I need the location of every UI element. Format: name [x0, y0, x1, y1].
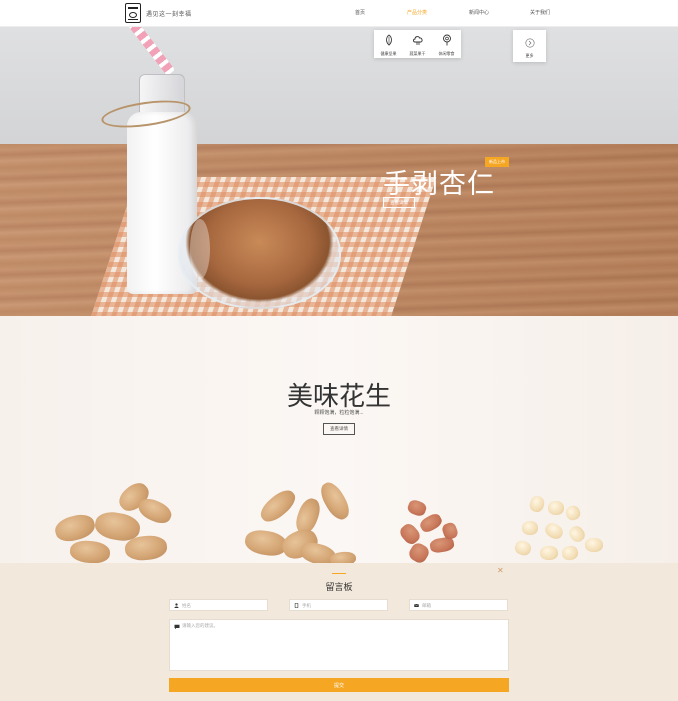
nav-home[interactable]: 首页 [355, 9, 365, 16]
peanut-section: 美味花生 颗颗饱满，粒粒饱满... 查看详情 [0, 316, 678, 569]
nav-products[interactable]: 产品分类 [407, 9, 427, 16]
hero-title: 手剥杏仁 [383, 169, 495, 200]
phone-field[interactable] [289, 599, 388, 611]
message-board-title: 留言板 [325, 582, 353, 592]
peanut-subtitle: 颗颗饱满，粒粒饱满... [314, 410, 364, 416]
arrow-circle-icon [525, 38, 534, 48]
close-icon[interactable]: ✕ [497, 566, 504, 575]
comment-icon [174, 624, 180, 630]
logo-icon[interactable] [125, 3, 141, 23]
site-slogan: 遇见这一刻幸福 [146, 12, 192, 18]
email-field[interactable] [409, 599, 508, 611]
phone-input[interactable] [302, 602, 382, 608]
hero-banner[interactable]: 手剥杏仁 新品上市 查看详情 [0, 27, 678, 316]
more-categories-button[interactable]: 更多 [513, 30, 546, 62]
user-icon [174, 602, 179, 608]
submit-button[interactable]: 提交 [169, 678, 509, 692]
header: 遇见这一刻幸福 首页 产品分类 新闻中心 关于我们 [0, 0, 678, 27]
message-board: ✕ 留言板 姓名 手机 邮箱 请输入您的建议。 提交 [0, 563, 678, 701]
name-field[interactable] [169, 599, 268, 611]
almond-bowl-image [178, 197, 341, 309]
category-label: 休闲零食 [438, 51, 455, 56]
peanut-details-button[interactable]: 查看详情 [323, 423, 355, 435]
title-accent-line [332, 573, 346, 574]
category-dried-fruit[interactable]: 蔬菜果干 [403, 30, 432, 58]
message-field[interactable] [169, 619, 509, 671]
name-input[interactable] [182, 602, 262, 608]
category-snacks[interactable]: 休闲零食 [432, 30, 461, 58]
category-label: 健康坚果 [380, 51, 397, 56]
phone-icon [294, 602, 299, 608]
page: 遇见这一刻幸福 首页 产品分类 新闻中心 关于我们 健康坚果 蔬菜果干 休闲零食… [0, 0, 678, 701]
lollipop-icon [442, 34, 451, 46]
category-label: 蔬菜果干 [409, 51, 426, 56]
peanut-title: 美味花生 [286, 382, 391, 412]
message-textarea[interactable] [182, 623, 502, 667]
nav-about[interactable]: 关于我们 [530, 9, 550, 16]
email-icon [414, 603, 419, 607]
cloud-icon [412, 36, 423, 45]
nav-news[interactable]: 新闻中心 [469, 9, 489, 16]
email-input[interactable] [422, 602, 502, 608]
new-product-badge: 新品上市 [485, 157, 509, 167]
product-category-dropdown: 健康坚果 蔬菜果干 休闲零食 [374, 30, 461, 58]
category-healthy-nuts[interactable]: 健康坚果 [374, 30, 403, 58]
hero-details-button[interactable]: 查看详情 [383, 197, 415, 208]
nut-icon [385, 34, 392, 46]
more-label: 更多 [525, 53, 534, 58]
